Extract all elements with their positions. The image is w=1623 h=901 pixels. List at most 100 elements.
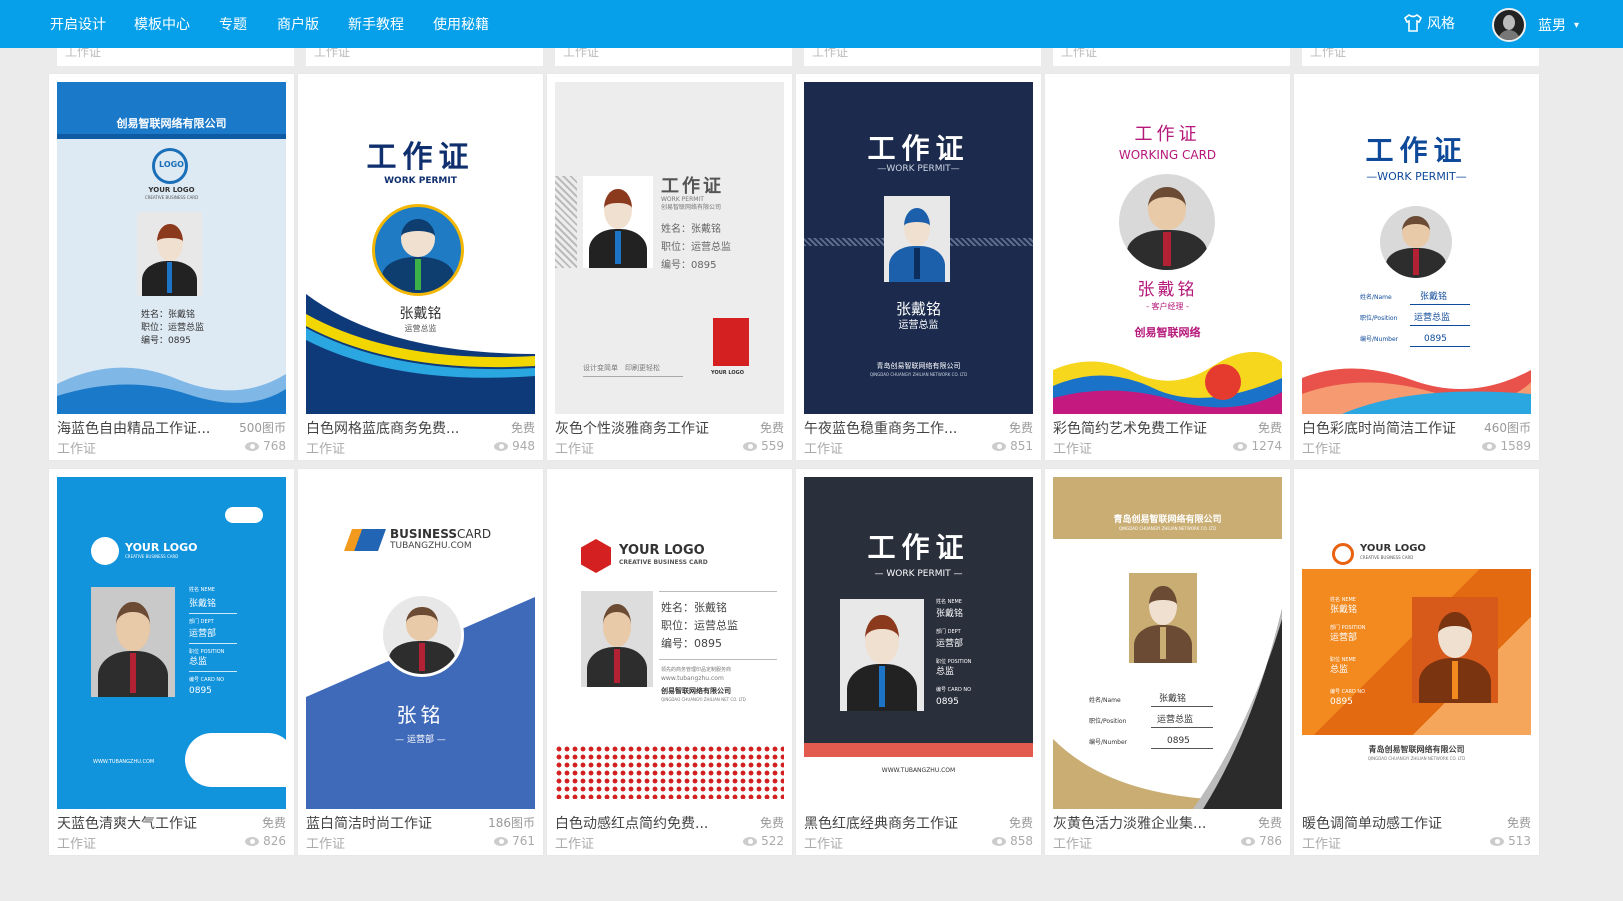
card-category: 工作证 xyxy=(1302,837,1342,852)
thumb-heading: 工作证 xyxy=(1365,134,1468,167)
card-title[interactable]: 灰色个性淡雅商务工作证 xyxy=(555,418,715,438)
thumb-logo-text: YOUR LOGO xyxy=(125,541,198,554)
card-title[interactable]: 天蓝色清爽大气工作证 xyxy=(57,813,217,833)
thumb-label: 部门 DEPT xyxy=(189,619,214,625)
nav-item-template-center[interactable]: 模板中心 xyxy=(134,14,190,34)
template-thumbnail: 工作证 —WORK PERMIT— 姓名/Name 张戴铭 职位/Positio… xyxy=(1302,82,1531,414)
template-card[interactable]: YOUR LOGO CREATIVE BUSINESS CARD 姓名 NEME… xyxy=(49,469,294,855)
card-title[interactable]: 白色动感红点简约免费... xyxy=(555,813,715,833)
wave-decoration xyxy=(306,294,535,414)
card-category: 工作证 xyxy=(1053,442,1093,457)
card-views: 761 xyxy=(494,834,535,848)
chevron-down-icon: ▾ xyxy=(1574,19,1580,31)
nav-item-topics[interactable]: 专题 xyxy=(219,14,247,34)
card-views: 786 xyxy=(1241,834,1282,848)
template-thumbnail: 工作证 WORK PERMIT 张戴铭 运营总监 xyxy=(306,82,535,414)
card-category: 工作证 xyxy=(804,837,844,852)
template-card[interactable]: YOUR LOGO CREATIVE BUSINESS CARD 姓名 NEME… xyxy=(1294,469,1539,855)
wave-decoration xyxy=(1053,352,1282,414)
avatar-placeholder xyxy=(840,599,924,711)
wave-decoration xyxy=(1053,609,1282,809)
card-title[interactable]: 白色彩底时尚简洁工作证 xyxy=(1302,418,1462,438)
thumb-company: 创易智联网络有限公司 xyxy=(116,117,227,130)
template-card[interactable]: BUSINESSCARD TUBANGZHU.COM 张铭 — 运营部 — 蓝白… xyxy=(298,469,543,855)
card-category: 工作证 xyxy=(555,837,595,852)
view-count: 858 xyxy=(1010,834,1033,848)
card-title[interactable]: 灰黄色活力淡雅企业集... xyxy=(1053,813,1213,833)
card-title[interactable]: 彩色简约艺术免费工作证 xyxy=(1053,418,1213,438)
wave-decoration xyxy=(1302,368,1531,414)
view-count: 786 xyxy=(1259,834,1282,848)
thumb-slogan: 设计变简单 印刷更轻松 xyxy=(583,364,660,372)
style-button[interactable]: 风格 xyxy=(1403,13,1455,33)
eye-icon xyxy=(245,836,260,846)
view-count: 1589 xyxy=(1500,439,1531,453)
template-card[interactable]: 工作证 — WORK PERMIT — 姓名 NEME 张戴铭 部门 DEPT … xyxy=(796,469,1041,855)
card-price: 460图币 xyxy=(1484,421,1531,435)
thumb-number: 编号：0895 xyxy=(661,260,717,271)
card-title[interactable]: 海蓝色自由精品工作证... xyxy=(57,418,217,438)
template-card[interactable]: 工作证 WORK PERMIT 张戴铭 运营总监 白色网格蓝底商务免费... 免… xyxy=(298,74,543,460)
view-count: 559 xyxy=(761,439,784,453)
view-count: 1274 xyxy=(1251,439,1282,453)
template-card[interactable]: YOUR LOGO CREATIVE BUSINESS CARD 姓名：张戴铭 … xyxy=(547,469,792,855)
template-card[interactable]: 青岛创易智联网络有限公司 QINGDAO CHUANGYI ZHILIAN NE… xyxy=(1045,469,1290,855)
template-thumbnail: YOUR LOGO CREATIVE BUSINESS CARD 姓名 NEME… xyxy=(1302,477,1531,809)
thumb-label: 职位/Position xyxy=(1360,315,1398,322)
card-title[interactable]: 暖色调简单动感工作证 xyxy=(1302,813,1462,833)
card-title[interactable]: 白色网格蓝底商务免费... xyxy=(306,418,466,438)
view-count: 948 xyxy=(512,439,535,453)
card-views: 1589 xyxy=(1482,439,1531,453)
thumb-value: 0895 xyxy=(189,686,212,696)
thumb-heading: 工作证 xyxy=(1134,124,1201,145)
avatar-placeholder xyxy=(1412,597,1498,703)
card-title[interactable]: 黑色红底经典商务工作证 xyxy=(804,813,964,833)
eye-icon xyxy=(992,836,1007,846)
template-card[interactable]: 创易智联网络有限公司 LOGO YOUR LOGO CREATIVE BUSIN… xyxy=(49,74,294,460)
thumb-heading: 工作证 xyxy=(661,176,724,197)
thumb-company: 青岛创易智联网络有限公司 xyxy=(1113,515,1222,525)
wave-decoration xyxy=(57,367,286,414)
template-thumbnail: 创易智联网络有限公司 LOGO YOUR LOGO CREATIVE BUSIN… xyxy=(57,82,286,414)
avatar-placeholder xyxy=(91,587,175,697)
thumb-label: 姓名 NEME xyxy=(1330,597,1356,603)
top-nav: 开启设计 模板中心 专题 商户版 新手教程 使用秘籍 风格 蓝男 ▾ xyxy=(0,0,1623,48)
user-name: 蓝男 xyxy=(1538,18,1566,34)
thumb-note: 领先的商务管理印品定制服务商 xyxy=(661,667,732,673)
thumb-number: 编号：0895 xyxy=(141,336,191,346)
thumb-subtitle: —WORK PERMIT— xyxy=(1366,170,1467,183)
eye-icon xyxy=(245,441,260,451)
user-menu[interactable]: 蓝男 ▾ xyxy=(1492,8,1579,42)
view-count: 513 xyxy=(1508,834,1531,848)
thumb-name: 张铭 xyxy=(396,703,445,727)
card-views: 522 xyxy=(743,834,784,848)
thumb-subtitle: CREATIVE BUSINESS CARD xyxy=(1360,555,1414,560)
nav-item-tips[interactable]: 使用秘籍 xyxy=(433,14,489,34)
card-title[interactable]: 蓝白简洁时尚工作证 xyxy=(306,813,466,833)
shirt-icon xyxy=(1403,14,1423,32)
thumb-subtitle: WORK PERMIT xyxy=(661,196,704,203)
template-card[interactable]: 工作证 —WORK PERMIT— 姓名/Name 张戴铭 职位/Positio… xyxy=(1294,74,1539,460)
thumb-value: 总监 xyxy=(189,657,208,667)
thumb-subtitle: WORK PERMIT xyxy=(384,176,457,186)
thumb-subtitle: CREATIVE BUSINESS CARD xyxy=(619,559,708,566)
card-title[interactable]: 午夜蓝色稳重商务工作... xyxy=(804,418,964,438)
template-card[interactable]: 工作证 WORKING CARD 张戴铭 - 客户经理 - 创易智联网络 彩色简… xyxy=(1045,74,1290,460)
nav-item-start-design[interactable]: 开启设计 xyxy=(50,14,106,34)
thumb-heading: 工作证 xyxy=(867,132,970,165)
nav-item-merchant[interactable]: 商户版 xyxy=(277,14,319,34)
thumb-url: www.tubangzhu.com xyxy=(661,675,724,682)
thumb-brand-light: CARD xyxy=(456,527,492,541)
nav-item-tutorial[interactable]: 新手教程 xyxy=(348,14,404,34)
card-views: 948 xyxy=(494,439,535,453)
thumb-company-en: QINGDAO CHUANGYI ZHILIAN NETWORK CO. LTD xyxy=(1367,756,1466,761)
thumb-label: 职位 POSITION xyxy=(936,659,972,665)
thumb-company: 青岛创易智联网络有限公司 xyxy=(1368,745,1465,754)
template-card[interactable]: 工作证 WORK PERMIT 创易智联网络有限公司 姓名：张戴铭 职位：运营总… xyxy=(547,74,792,460)
view-count: 761 xyxy=(512,834,535,848)
template-thumbnail: 工作证 — WORK PERMIT — 姓名 NEME 张戴铭 部门 DEPT … xyxy=(804,477,1033,809)
card-price: 免费 xyxy=(1257,421,1282,435)
template-card[interactable]: 工作证 —WORK PERMIT— 张戴铭 运营总监 青岛创易智联网络有限公司 … xyxy=(796,74,1041,460)
thumb-value: 张戴铭 xyxy=(1330,605,1358,615)
card-views: 1274 xyxy=(1233,439,1282,453)
